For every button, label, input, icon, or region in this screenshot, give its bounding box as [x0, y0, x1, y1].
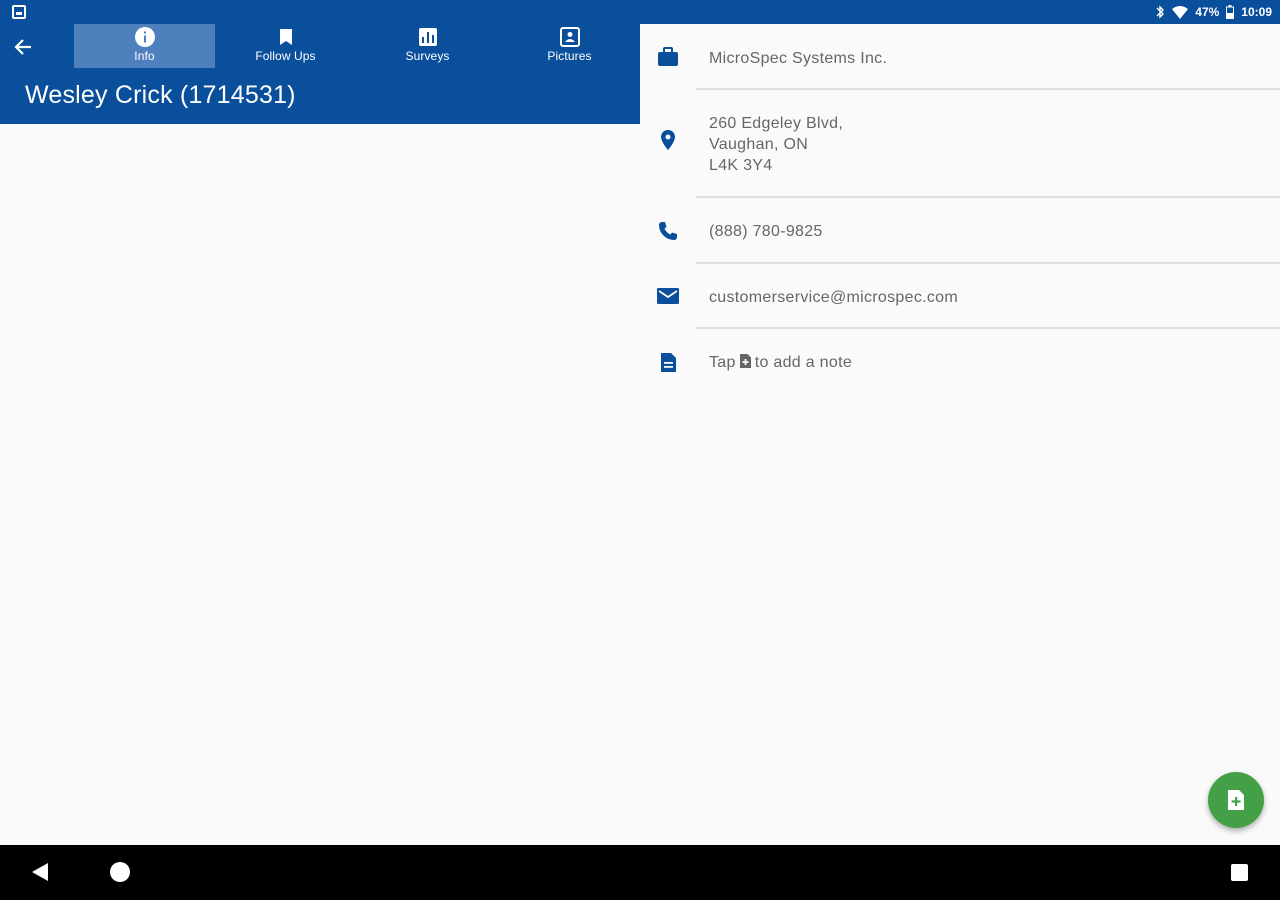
tab-info[interactable]: Info [74, 24, 215, 68]
battery-percent: 47% [1195, 5, 1220, 19]
notification-image-icon [12, 5, 26, 19]
details-panel: MicroSpec Systems Inc. 260 Edgeley Blvd,… [640, 24, 1280, 844]
survey-icon [418, 27, 438, 47]
address-line2: Vaughan, ON [709, 136, 809, 153]
tab-label: Pictures [547, 49, 592, 63]
phone-number: (888) 780-9825 [709, 223, 823, 240]
location-pin-icon [656, 128, 680, 152]
bookmark-icon [279, 27, 293, 47]
tab-label: Surveys [405, 49, 450, 63]
add-note-icon [1228, 790, 1244, 810]
email-address: customerservice@microspec.com [709, 289, 958, 306]
note-icon [656, 350, 680, 374]
briefcase-icon [656, 45, 680, 69]
tab-surveys[interactable]: Surveys [357, 24, 498, 68]
company-name: MicroSpec Systems Inc. [709, 50, 888, 67]
note-row[interactable]: Tap to add a note [640, 329, 1280, 394]
info-icon [134, 27, 155, 47]
header: Info Follow Ups Surveys Pictures Wesley … [0, 24, 640, 124]
battery-icon [1226, 5, 1235, 19]
clock: 10:09 [1241, 5, 1272, 19]
status-bar: 47% 10:09 [0, 0, 1280, 24]
tab-label: Follow Ups [255, 49, 316, 63]
note-hint-prefix: Tap [709, 354, 736, 371]
email-row[interactable]: customerservice@microspec.com [640, 264, 1280, 329]
note-hint-suffix: to add a note [754, 354, 853, 371]
nav-home-icon[interactable] [110, 862, 130, 882]
address-row[interactable]: 260 Edgeley Blvd, Vaughan, ON L4K 3Y4 [640, 90, 1280, 197]
pictures-icon [559, 27, 580, 47]
page-title: Wesley Crick (1714531) [25, 81, 296, 109]
tab-follow-ups[interactable]: Follow Ups [215, 24, 356, 68]
tab-pictures[interactable]: Pictures [499, 24, 640, 68]
address-line3: L4K 3Y4 [709, 157, 773, 174]
nav-recents-icon[interactable] [1231, 864, 1248, 881]
phone-icon [656, 219, 680, 243]
bluetooth-icon [1156, 5, 1165, 19]
back-button[interactable] [8, 32, 38, 62]
address: 260 Edgeley Blvd, Vaughan, ON L4K 3Y4 [709, 113, 843, 176]
note-hint: Tap to add a note [709, 352, 852, 375]
phone-row[interactable]: (888) 780-9825 [640, 198, 1280, 263]
email-icon [656, 284, 680, 308]
navigation-bar [0, 845, 1280, 900]
wifi-icon [1172, 5, 1189, 19]
arrow-back-icon [14, 39, 31, 55]
add-note-inline-icon [739, 353, 752, 375]
tab-label: Info [134, 49, 155, 63]
nav-back-icon[interactable] [31, 863, 49, 881]
status-right: 47% 10:09 [1155, 0, 1272, 24]
add-note-button[interactable] [1208, 772, 1264, 828]
address-line1: 260 Edgeley Blvd, [709, 115, 844, 132]
company-row[interactable]: MicroSpec Systems Inc. [640, 24, 1280, 90]
